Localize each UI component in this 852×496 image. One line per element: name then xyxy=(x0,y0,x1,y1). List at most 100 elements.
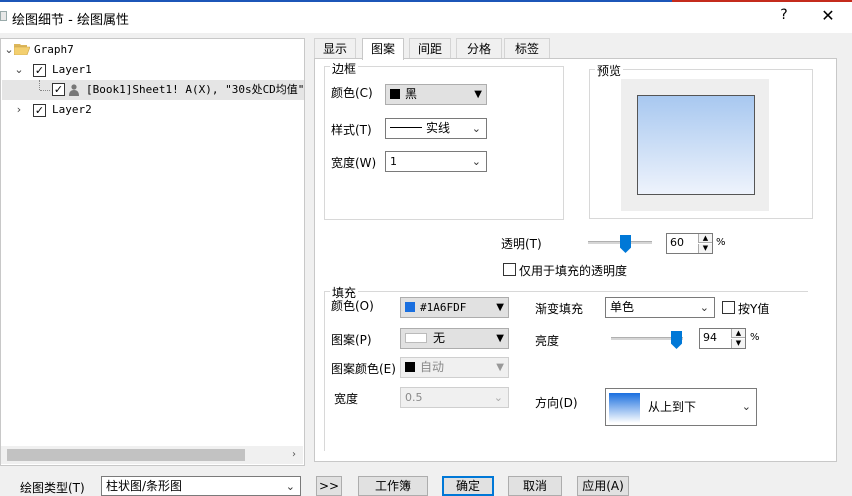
fill-color-value: #1A6FDF xyxy=(420,301,467,314)
person-icon xyxy=(69,84,79,96)
gradient-fill-value: 单色 xyxy=(610,300,635,314)
tree-horizontal-scrollbar[interactable]: › xyxy=(1,446,303,464)
workbook-button[interactable]: 工作簿 xyxy=(358,476,428,496)
border-color-select[interactable]: 黑 ▼ xyxy=(385,84,487,105)
app-icon xyxy=(0,11,7,21)
transparency-label: 透明(T) xyxy=(501,237,542,251)
pattern-color-select[interactable]: 自动 ▼ xyxy=(400,357,509,378)
tree-item-label: Layer2 xyxy=(52,103,92,116)
border-style-value: 实线 xyxy=(426,121,451,135)
pattern-swatch xyxy=(405,333,427,343)
transparency-value: 60 xyxy=(670,236,684,249)
tab-pattern[interactable]: 图案 xyxy=(362,38,404,60)
border-color-value: 黑 xyxy=(405,87,418,101)
chevron-down-icon: ⌄ xyxy=(285,480,295,493)
tab-spacing[interactable]: 间距 xyxy=(409,38,451,59)
fill-color-select[interactable]: #1A6FDF ▼ xyxy=(400,297,509,318)
gradient-fill-label: 渐变填充 xyxy=(535,302,584,316)
chevron-down-icon: ⌄ xyxy=(471,155,481,168)
help-button[interactable]: ? xyxy=(776,7,792,25)
fill-color-label: 颜色(O) xyxy=(331,299,374,313)
fill-pattern-label: 图案(P) xyxy=(331,333,372,347)
fill-pattern-value: 无 xyxy=(433,331,446,345)
expand-button[interactable]: >> xyxy=(316,476,342,496)
by-y-value-checkbox[interactable] xyxy=(722,301,735,314)
folder-open-icon xyxy=(14,44,30,55)
layer2-checkbox[interactable]: ✓ xyxy=(33,104,46,117)
plot-type-select[interactable]: 柱状图/条形图 ⌄ xyxy=(101,476,301,496)
transparency-slider-thumb[interactable] xyxy=(620,235,631,253)
tree-item-label: [Book1]Sheet1! A(X), "30s处CD均值"(Y xyxy=(86,83,304,96)
tab-display[interactable]: 显示 xyxy=(314,38,356,59)
border-color-label: 颜色(C) xyxy=(331,86,373,100)
tab-subset[interactable]: 分格 xyxy=(456,38,502,59)
plot-type-value: 柱状图/条形图 xyxy=(106,479,183,493)
transparency-unit: % xyxy=(716,237,726,248)
transparency-spinbox[interactable]: 60 ▲ ▼ xyxy=(666,233,713,254)
dropdown-arrow-icon: ▼ xyxy=(496,302,504,313)
border-color-swatch xyxy=(390,89,400,99)
border-width-label: 宽度(W) xyxy=(331,156,377,170)
chevron-right-icon[interactable]: › xyxy=(13,100,25,120)
direction-value: 从上到下 xyxy=(648,400,697,414)
cancel-button[interactable]: 取消 xyxy=(508,476,562,496)
border-group-label: 边框 xyxy=(330,60,359,77)
title-accent-line-right xyxy=(672,0,852,2)
spin-up-icon[interactable]: ▲ xyxy=(698,234,712,243)
fill-color-swatch xyxy=(405,302,415,312)
fill-pattern-select[interactable]: 无 ▼ xyxy=(400,328,509,349)
preview-frame xyxy=(621,79,769,211)
tree-item-graph[interactable]: ⌄ Graph7 xyxy=(3,40,303,60)
fill-only-transparency-label: 仅用于填充的透明度 xyxy=(519,264,628,278)
tab-label[interactable]: 标签 xyxy=(504,38,550,59)
spin-up-icon[interactable]: ▲ xyxy=(731,329,745,338)
gradient-direction-swatch xyxy=(609,392,640,423)
border-style-select[interactable]: 实线 ⌄ xyxy=(385,118,487,139)
brightness-label: 亮度 xyxy=(535,334,560,348)
dropdown-arrow-icon: ▼ xyxy=(496,362,504,373)
tree-item-label: Layer1 xyxy=(52,63,92,76)
apply-button[interactable]: 应用(A) xyxy=(577,476,629,496)
gradient-fill-select[interactable]: 单色 ⌄ xyxy=(605,297,715,318)
dropdown-arrow-icon: ▼ xyxy=(474,89,482,100)
chevron-down-icon[interactable]: ⌄ xyxy=(13,60,25,80)
chevron-down-icon: ⌄ xyxy=(471,122,481,135)
layer1-checkbox[interactable]: ✓ xyxy=(33,64,46,77)
chevron-down-icon: ⌄ xyxy=(493,391,503,404)
window-title: 绘图细节 - 绘图属性 xyxy=(12,13,129,28)
chevron-down-icon: ⌄ xyxy=(741,400,751,413)
pattern-panel: 边框 颜色(C) 黑 ▼ 样式(T) 实线 ⌄ 宽度(W) 1 ⌄ 预览 透明(… xyxy=(314,58,837,462)
close-button[interactable]: ✕ xyxy=(818,6,838,26)
tree-item-layer1[interactable]: ⌄ ✓ Layer1 xyxy=(3,60,303,80)
dropdown-arrow-icon: ▼ xyxy=(496,333,504,344)
scroll-right-arrow-icon[interactable]: › xyxy=(287,446,301,464)
direction-label: 方向(D) xyxy=(535,396,578,410)
tree-item-plot[interactable]: ✓ [Book1]Sheet1! A(X), "30s处CD均值"(Y xyxy=(2,80,304,100)
ok-button[interactable]: 确定 xyxy=(442,476,494,496)
brightness-spinbox[interactable]: 94 ▲ ▼ xyxy=(699,328,746,349)
pattern-color-label: 图案颜色(E) xyxy=(331,362,396,376)
fill-width-label: 宽度 xyxy=(334,392,359,406)
pattern-color-swatch xyxy=(405,362,415,372)
spin-down-icon[interactable]: ▼ xyxy=(698,244,712,253)
border-width-select[interactable]: 1 ⌄ xyxy=(385,151,487,172)
border-width-value: 1 xyxy=(390,155,397,168)
title-accent-line xyxy=(0,0,672,2)
layer-tree[interactable]: ⌄ Graph7 ⌄ ✓ Layer1 ✓ [Book1]Sheet1! A(X… xyxy=(0,38,305,466)
fill-only-transparency-checkbox[interactable] xyxy=(503,263,516,276)
scrollbar-thumb[interactable] xyxy=(7,449,245,461)
direction-select[interactable]: 从上到下 ⌄ xyxy=(605,388,757,426)
tree-item-label: Graph7 xyxy=(34,43,74,56)
tree-item-layer2[interactable]: › ✓ Layer2 xyxy=(3,100,303,120)
preview-label: 预览 xyxy=(595,62,624,79)
preview-plot xyxy=(637,95,755,195)
brightness-value: 94 xyxy=(703,331,717,344)
brightness-unit: % xyxy=(750,332,760,343)
plot-checkbox[interactable]: ✓ xyxy=(52,83,65,96)
fill-width-select[interactable]: 0.5 ⌄ xyxy=(400,387,509,408)
fill-width-value: 0.5 xyxy=(405,391,423,404)
line-style-sample xyxy=(390,127,422,128)
pattern-color-value: 自动 xyxy=(420,360,445,374)
by-y-value-label: 按Y值 xyxy=(738,302,770,316)
spin-down-icon[interactable]: ▼ xyxy=(731,339,745,348)
